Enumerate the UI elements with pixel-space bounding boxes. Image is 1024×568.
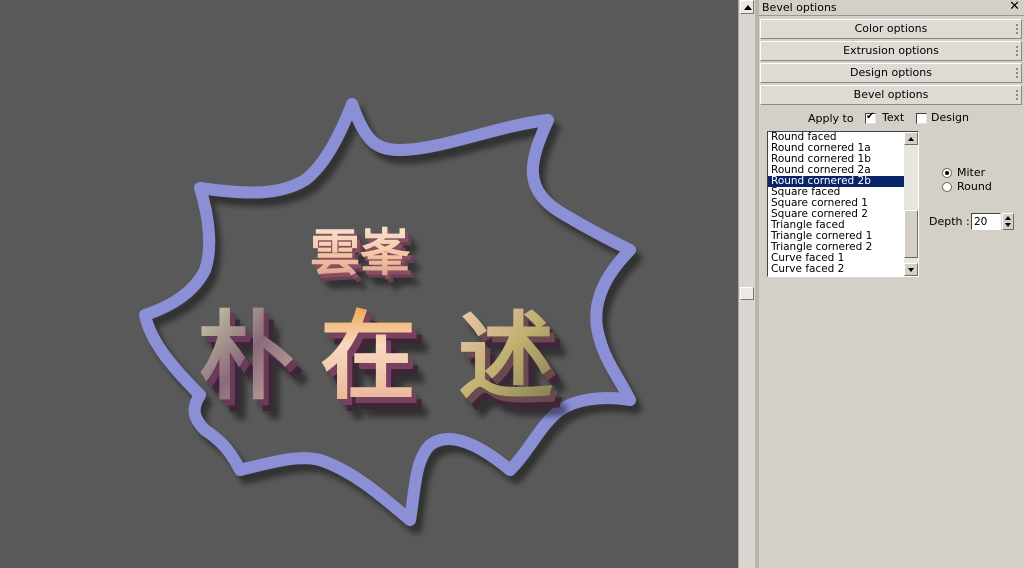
section-color-options[interactable]: Color options <box>760 19 1022 39</box>
scroll-up-arrow-icon[interactable] <box>740 0 754 14</box>
apply-to-label: Apply to <box>808 112 854 125</box>
apply-text-checkbox[interactable] <box>865 111 876 124</box>
miter-radio[interactable] <box>942 168 952 178</box>
list-scroll-thumb[interactable] <box>904 210 918 258</box>
canvas-vertical-scrollbar[interactable] <box>738 0 755 568</box>
bevel-style-listbox[interactable]: Round faced Round cornered 1a Round corner… <box>767 131 919 277</box>
grip-icon <box>1016 46 1018 56</box>
svg-text:在: 在 <box>320 300 416 413</box>
spin-up-icon[interactable] <box>1005 216 1011 220</box>
section-label: Color options <box>854 22 928 35</box>
grip-icon <box>1016 90 1018 100</box>
close-icon[interactable]: ✕ <box>1009 0 1020 14</box>
svg-text:朴: 朴 <box>198 300 294 413</box>
grip-icon <box>1016 68 1018 78</box>
list-scroll-down-icon[interactable] <box>904 263 918 276</box>
section-extrusion-options[interactable]: Extrusion options <box>760 41 1022 61</box>
design-canvas[interactable]: 雲峯 雲峯 雲峯 朴 朴 朴 在 在 在 述 述 述 <box>0 0 738 568</box>
section-label: Bevel options <box>853 88 929 101</box>
depth-field[interactable] <box>971 213 1001 230</box>
miter-label: Miter <box>957 166 986 179</box>
scroll-thumb[interactable] <box>740 287 754 300</box>
depth-label: Depth : <box>929 215 970 228</box>
bevel-style-items: Round faced Round cornered 1a Round corner… <box>768 132 904 275</box>
apply-design-label: Design <box>931 111 969 124</box>
panel-titlebar: Bevel options ✕ <box>759 0 1024 16</box>
depth-spinner[interactable] <box>1002 213 1014 230</box>
apply-design-checkbox[interactable] <box>916 113 927 124</box>
round-label: Round <box>957 180 992 193</box>
canvas-artwork: 雲峯 雲峯 雲峯 朴 朴 朴 在 在 在 述 述 述 <box>139 98 636 526</box>
spin-down-icon[interactable] <box>1005 223 1011 227</box>
listbox-scrollbar[interactable] <box>904 132 918 276</box>
section-label: Extrusion options <box>843 44 939 57</box>
list-item[interactable]: Curve faced 2 <box>768 264 904 275</box>
grip-icon <box>1016 24 1018 34</box>
section-bevel-options[interactable]: Bevel options <box>760 85 1022 105</box>
panel-title: Bevel options <box>762 1 837 14</box>
round-radio[interactable] <box>942 182 952 192</box>
options-panel: Bevel options ✕ Color options Extrusion … <box>759 0 1024 568</box>
list-scroll-up-icon[interactable] <box>904 132 918 145</box>
svg-text:述: 述 <box>458 300 554 413</box>
section-design-options[interactable]: Design options <box>760 63 1022 83</box>
apply-text-label: Text <box>882 111 905 124</box>
name-large-text: 朴 朴 朴 在 在 在 述 述 述 <box>198 300 564 425</box>
section-label: Design options <box>850 66 932 79</box>
title-small-text: 雲峯 雲峯 雲峯 <box>310 223 417 289</box>
svg-text:雲峯: 雲峯 <box>310 223 411 282</box>
